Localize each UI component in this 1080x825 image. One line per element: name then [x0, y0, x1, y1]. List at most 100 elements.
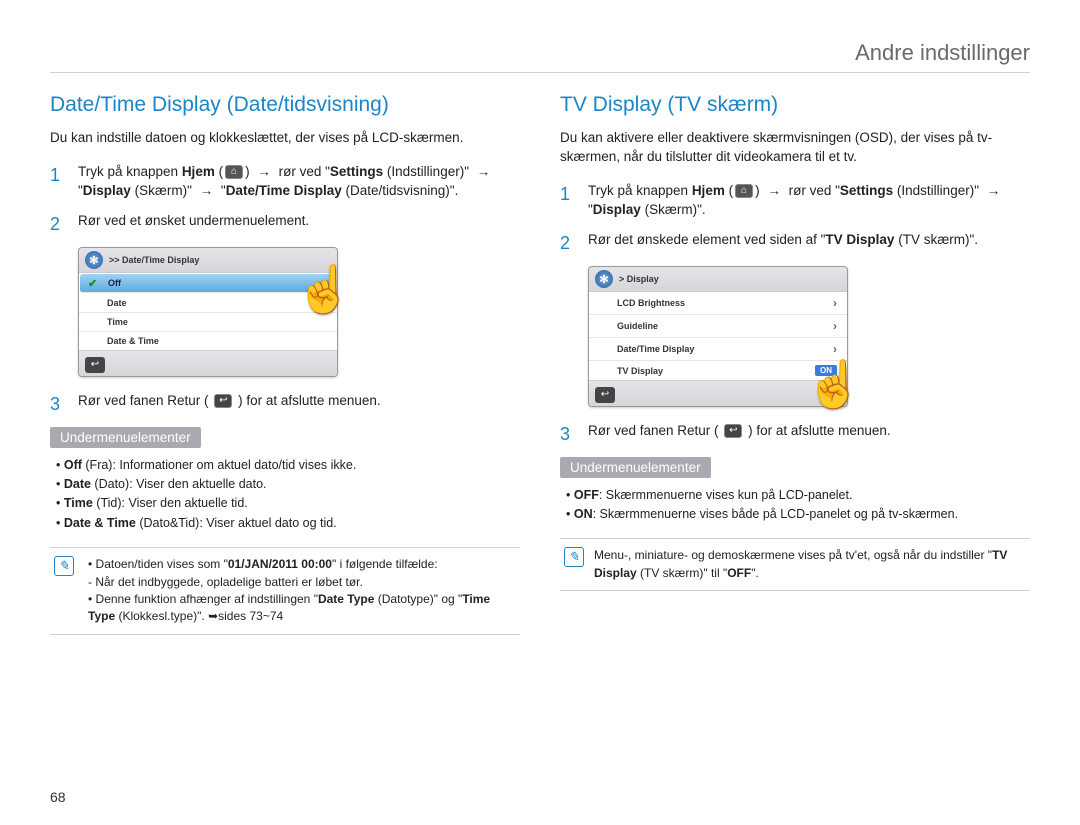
step-number: 2: [50, 211, 64, 237]
t: Off: [64, 458, 82, 472]
t: TV Display: [617, 366, 663, 376]
chevron-right-icon: ›: [833, 342, 837, 356]
t: LCD Brightness: [617, 298, 685, 308]
home-icon: ⌂: [735, 184, 753, 198]
step-text: Rør ved fanen Retur ( ↩ ) for at afslutt…: [78, 391, 520, 411]
t: Display: [83, 183, 131, 198]
return-icon[interactable]: ↩: [595, 387, 615, 403]
t: ".: [751, 566, 759, 580]
t: (Tid): Viser den aktuelle tid.: [93, 496, 248, 510]
t: : Skærmmenuerne vises både på LCD-panele…: [593, 507, 958, 521]
t: (Skærm)": [131, 183, 196, 198]
arrow-icon: →: [987, 183, 1001, 198]
step-text: Rør ved fanen Retur ( ↩ ) for at afslutt…: [588, 421, 1030, 441]
note-box: ✎ Datoen/tiden vises som "01/JAN/2011 00…: [50, 547, 520, 635]
t: Datoen/tiden vises som ": [96, 557, 228, 571]
t: Denne funktion afhænger af indstillingen…: [96, 592, 318, 606]
menu-item-off[interactable]: Off: [80, 274, 336, 293]
left-column: Date/Time Display (Date/tidsvisning) Du …: [50, 93, 520, 635]
t: (Datotype)" og ": [374, 592, 462, 606]
t: Settings: [840, 183, 893, 198]
menu-item-date-time[interactable]: Date & Time: [79, 332, 337, 350]
section-title-left: Date/Time Display (Date/tidsvisning): [50, 93, 520, 117]
t: Rør det ønskede element ved siden af ": [588, 232, 825, 247]
t: (Dato&Tid): Viser aktuel dato og tid.: [136, 516, 337, 530]
t: Guideline: [617, 321, 658, 331]
subbox-header: Undermenuelementer: [560, 457, 711, 478]
menu-item-tv-display[interactable]: TV Display ON: [589, 361, 847, 380]
arrow-icon: →: [477, 164, 491, 179]
note-box: ✎ Menu-, miniature- og demoskærmene vise…: [560, 538, 1030, 591]
t: TV Display: [825, 232, 894, 247]
return-icon[interactable]: ↩: [85, 357, 105, 373]
t: (TV skærm)".: [894, 232, 978, 247]
two-column-layout: Date/Time Display (Date/tidsvisning) Du …: [50, 93, 1030, 635]
t: OFF: [574, 488, 599, 502]
step-number: 1: [50, 162, 64, 188]
t: Settings: [330, 164, 383, 179]
right-step-3: 3 Rør ved fanen Retur ( ↩ ) for at afslu…: [560, 421, 1030, 447]
step-number: 3: [560, 421, 574, 447]
menu-item-lcd-brightness[interactable]: LCD Brightness ›: [589, 292, 847, 315]
list-item: Date (Dato): Viser den aktuelle dato.: [56, 475, 520, 494]
step-number: 2: [560, 230, 574, 256]
mock-header: ✻ > Display: [589, 267, 847, 291]
screenshot-display-menu: ✻ > Display LCD Brightness › Guideline › D…: [588, 266, 848, 407]
return-icon: ↩: [214, 394, 232, 408]
t: Rør ved fanen Retur (: [588, 423, 719, 438]
menu-item-date-time-display[interactable]: Date/Time Display ›: [589, 338, 847, 361]
t: (Klokkesl.type)".: [115, 609, 208, 623]
t: sides 73~74: [218, 609, 283, 623]
t: : Skærmmenuerne vises kun på LCD-panelet…: [599, 488, 853, 502]
t: 01/JAN/2011 00:00: [228, 557, 332, 571]
note-content: Datoen/tiden vises som "01/JAN/2011 00:0…: [84, 556, 516, 626]
t: Date/Time Display: [617, 344, 694, 354]
left-intro: Du kan indstille datoen og klokkeslættet…: [50, 129, 520, 148]
mock-footer: ↩: [79, 351, 337, 376]
t: Time: [64, 496, 93, 510]
chevron-right-icon: ›: [833, 296, 837, 310]
menu-item-guideline[interactable]: Guideline ›: [589, 315, 847, 338]
t: (Skærm)".: [641, 202, 706, 217]
mock-body: LCD Brightness › Guideline › Date/Time Dis…: [589, 291, 847, 381]
t: Display: [593, 202, 641, 217]
t: rør ved ": [789, 183, 840, 198]
menu-item-date[interactable]: Date: [79, 294, 337, 313]
submenu-list: OFF: Skærmmenuerne vises kun på LCD-pane…: [560, 486, 1030, 525]
step-number: 1: [560, 181, 574, 207]
step-text: Tryk på knappen Hjem (⌂) → rør ved "Sett…: [588, 181, 1030, 220]
note-icon: ✎: [564, 547, 584, 567]
section-title-right: TV Display (TV skærm): [560, 93, 1030, 117]
t: rør ved ": [279, 164, 330, 179]
page-number: 68: [50, 789, 66, 805]
arrow-icon: →: [200, 183, 214, 198]
t: (Date/tidsvisning)".: [342, 183, 459, 198]
note-content: Menu-, miniature- og demoskærmene vises …: [594, 547, 1026, 582]
step-text: Rør ved et ønsket undermenuelement.: [78, 211, 520, 231]
arrow-icon: →: [257, 164, 271, 179]
t: Date & Time: [64, 516, 136, 530]
right-step-1: 1 Tryk på knappen Hjem (⌂) → rør ved "Se…: [560, 181, 1030, 220]
t: (TV skærm)" til ": [637, 566, 728, 580]
page-header-title: Andre indstillinger: [50, 40, 1030, 73]
arrow-icon: →: [767, 183, 781, 198]
right-step-2: 2 Rør det ønskede element ved siden af "…: [560, 230, 1030, 256]
list-item: Off (Fra): Informationer om aktuel dato/…: [56, 456, 520, 475]
t: (Fra): Informationer om aktuel dato/tid …: [82, 458, 356, 472]
list-item: Datoen/tiden vises som "01/JAN/2011 00:0…: [88, 556, 516, 591]
chevron-right-icon: ›: [833, 319, 837, 333]
step-text: Rør det ønskede element ved siden af "TV…: [588, 230, 1030, 250]
right-column: TV Display (TV skærm) Du kan aktivere el…: [560, 93, 1030, 635]
menu-item-time[interactable]: Time: [79, 313, 337, 332]
submenu-list: Off (Fra): Informationer om aktuel dato/…: [50, 456, 520, 534]
t: ON: [574, 507, 593, 521]
note-icon: ✎: [54, 556, 74, 576]
gear-icon: ✻: [85, 251, 103, 269]
t: Menu-, miniature- og demoskærmene vises …: [594, 548, 992, 562]
t: Date/Time Display: [226, 183, 342, 198]
toggle-on[interactable]: ON: [815, 365, 837, 376]
home-label: Hjem: [182, 164, 215, 179]
mock-title: > Display: [619, 274, 659, 284]
list-item: Time (Tid): Viser den aktuelle tid.: [56, 494, 520, 513]
t: (Indstillinger)": [383, 164, 473, 179]
